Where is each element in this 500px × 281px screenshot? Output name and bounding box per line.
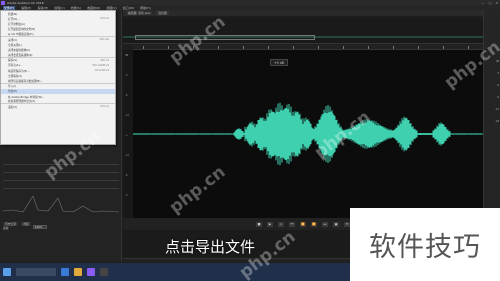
pause-button[interactable]: ⏸ <box>278 221 284 227</box>
banner-text: 软件技巧 <box>369 232 481 263</box>
amplitude-label: -6 <box>125 94 128 97</box>
file-menu-item-label: 打开(O)... <box>8 17 20 21</box>
edge-icon[interactable] <box>61 268 69 276</box>
ruler-tick <box>218 46 219 49</box>
file-menu-item-shortcut: Ctrl+S <box>100 58 109 62</box>
level-label: -9 <box>496 96 499 99</box>
amplitude-scale: dB -3 -6 -12 -∞ -12 -6 -3 <box>123 50 133 218</box>
menu-favorites[interactable]: 收藏夹(R) <box>87 6 100 10</box>
minimize-icon[interactable]: — <box>482 1 485 5</box>
amplitude-label: -12 <box>125 114 129 117</box>
menu-effects[interactable]: 效果(S) <box>71 6 81 10</box>
window-title: Adobe Audition CC 2018 <box>7 0 44 5</box>
taskbar-search[interactable] <box>16 268 56 276</box>
editor-tabs: 编辑器: 录音.wav 混音器 <box>123 10 483 16</box>
file-menu-item[interactable]: 退出(X) Ctrl+Q <box>1 104 115 109</box>
ruler-tick <box>268 46 269 49</box>
menu-multitrack[interactable]: 多轨(M) <box>37 6 48 10</box>
grid-line <box>3 180 119 181</box>
level-label: -6 <box>496 84 499 87</box>
amplitude-label: -∞ <box>125 134 128 137</box>
file-menu-item-label: 将所有音频保存为批处理(B)... <box>8 79 43 83</box>
file-menu-item-label: 在资源管理器中显示(X) <box>8 100 36 104</box>
ruler-tick <box>443 46 444 49</box>
tab-editor[interactable]: 编辑器: 录音.wav <box>126 11 153 15</box>
level-label: dB <box>495 60 499 63</box>
record-button[interactable]: ● <box>333 221 339 227</box>
overview-waveform <box>123 36 483 38</box>
file-menu-item-label: 将选区保存为(E)... <box>8 69 30 73</box>
menu-window[interactable]: 窗口(W) <box>123 6 134 10</box>
amplitude-label: -3 <box>125 194 128 197</box>
frequency-analysis-graph <box>3 195 119 213</box>
ruler-tick <box>318 46 319 49</box>
menu-file[interactable]: 文件(F) <box>3 5 16 10</box>
file-menu-item-label: 关闭会话及其媒体(S) <box>8 53 33 57</box>
level-label: -18 <box>495 120 499 123</box>
menu-edit[interactable]: 编辑(E) <box>21 6 31 10</box>
level-label: -3 <box>496 72 499 75</box>
maximize-icon[interactable]: □ <box>489 1 492 5</box>
ruler-tick <box>143 46 144 49</box>
go-to-end-button[interactable]: ⏭ <box>322 221 328 227</box>
file-menu-item-shortcut: Ctrl+Shift+S <box>92 63 109 67</box>
file-menu-item-label: 导入(I) <box>8 85 16 89</box>
amplitude-label: -3 <box>125 74 128 77</box>
amplitude-label: -6 <box>125 174 128 177</box>
ruler-tick <box>293 46 294 49</box>
go-to-start-button[interactable]: ⏮ <box>289 221 295 227</box>
menu-clip[interactable]: 剪辑(C) <box>54 6 64 10</box>
menu-view[interactable]: 视图(V) <box>106 6 116 10</box>
amplitude-label: -12 <box>125 154 129 157</box>
file-menu-item-label: 在 Adobe Bridge 中浏览(W)... <box>8 95 45 99</box>
file-menu-item-shortcut: Ctrl+O <box>100 17 109 21</box>
folder-icon[interactable] <box>74 268 82 276</box>
file-menu-item-label: 全部保存(V) <box>8 74 23 78</box>
audition-icon <box>1 0 5 5</box>
tab-video[interactable]: 视频 <box>21 222 31 226</box>
file-menu-item-label: 关闭未使用媒体(U) <box>8 48 31 52</box>
file-menu-item-label: 另存为(A)... <box>8 64 23 68</box>
windows-start-icon[interactable] <box>3 268 11 276</box>
close-icon[interactable]: ✕ <box>495 1 498 5</box>
zoom-label: 缩放 <box>3 226 9 230</box>
rewind-button[interactable]: ⏪ <box>300 221 306 227</box>
file-menu-item-shortcut: Ctrl+Alt+S <box>94 69 109 73</box>
file-menu-item-label: 新建(N) <box>8 12 18 16</box>
ruler-tick <box>343 46 344 49</box>
volume-hud[interactable]: +0 dB <box>270 59 288 66</box>
file-menu-item-label: 退出(X) <box>8 105 17 109</box>
file-menu-item-shortcut: Ctrl+Q <box>100 105 109 109</box>
file-menu-dropdown: 新建(N) 打开(O)... Ctrl+O 打开并附加(A) 打开最近使用的文件(R) 从… <box>0 10 116 145</box>
menu-help[interactable]: 帮助(H) <box>140 6 151 10</box>
file-menu-item-label: 打开最近使用的文件(R) <box>8 28 36 32</box>
ruler-tick <box>393 46 394 49</box>
tab-mixer[interactable]: 混音器 <box>156 11 169 15</box>
file-menu-item-label: 导出(E) <box>8 90 17 94</box>
waveform-overview[interactable] <box>123 18 483 44</box>
level-label: -12 <box>495 108 499 111</box>
stop-button[interactable]: ■ <box>256 221 262 227</box>
file-menu-item-label: 从 CD 中提取音频(E)... <box>8 32 36 36</box>
ruler-tick <box>468 46 469 49</box>
file-menu-item-label: 打开并附加(A) <box>8 22 25 26</box>
caption-banner: 软件技巧 <box>350 208 500 281</box>
audition-icon[interactable] <box>87 268 95 276</box>
file-menu-item-label: 关闭(C) <box>8 38 18 42</box>
play-button[interactable]: ▶ <box>267 221 273 227</box>
file-menu-item-shortcut: Ctrl+W <box>99 38 109 42</box>
file-menu-item-label: 全部关闭(L) <box>8 43 22 47</box>
ruler-tick <box>418 46 419 49</box>
fast-forward-button[interactable]: ⏩ <box>311 221 317 227</box>
overview-viewport[interactable] <box>135 35 315 40</box>
ruler-tick <box>368 46 369 49</box>
ruler-tick <box>243 46 244 49</box>
file-menu-item-label: 保存(S) <box>8 59 17 63</box>
zoom-select[interactable]: 100% <box>33 225 47 229</box>
taskbar-app-icon[interactable] <box>100 268 108 276</box>
amplitude-label: dB <box>125 54 129 57</box>
